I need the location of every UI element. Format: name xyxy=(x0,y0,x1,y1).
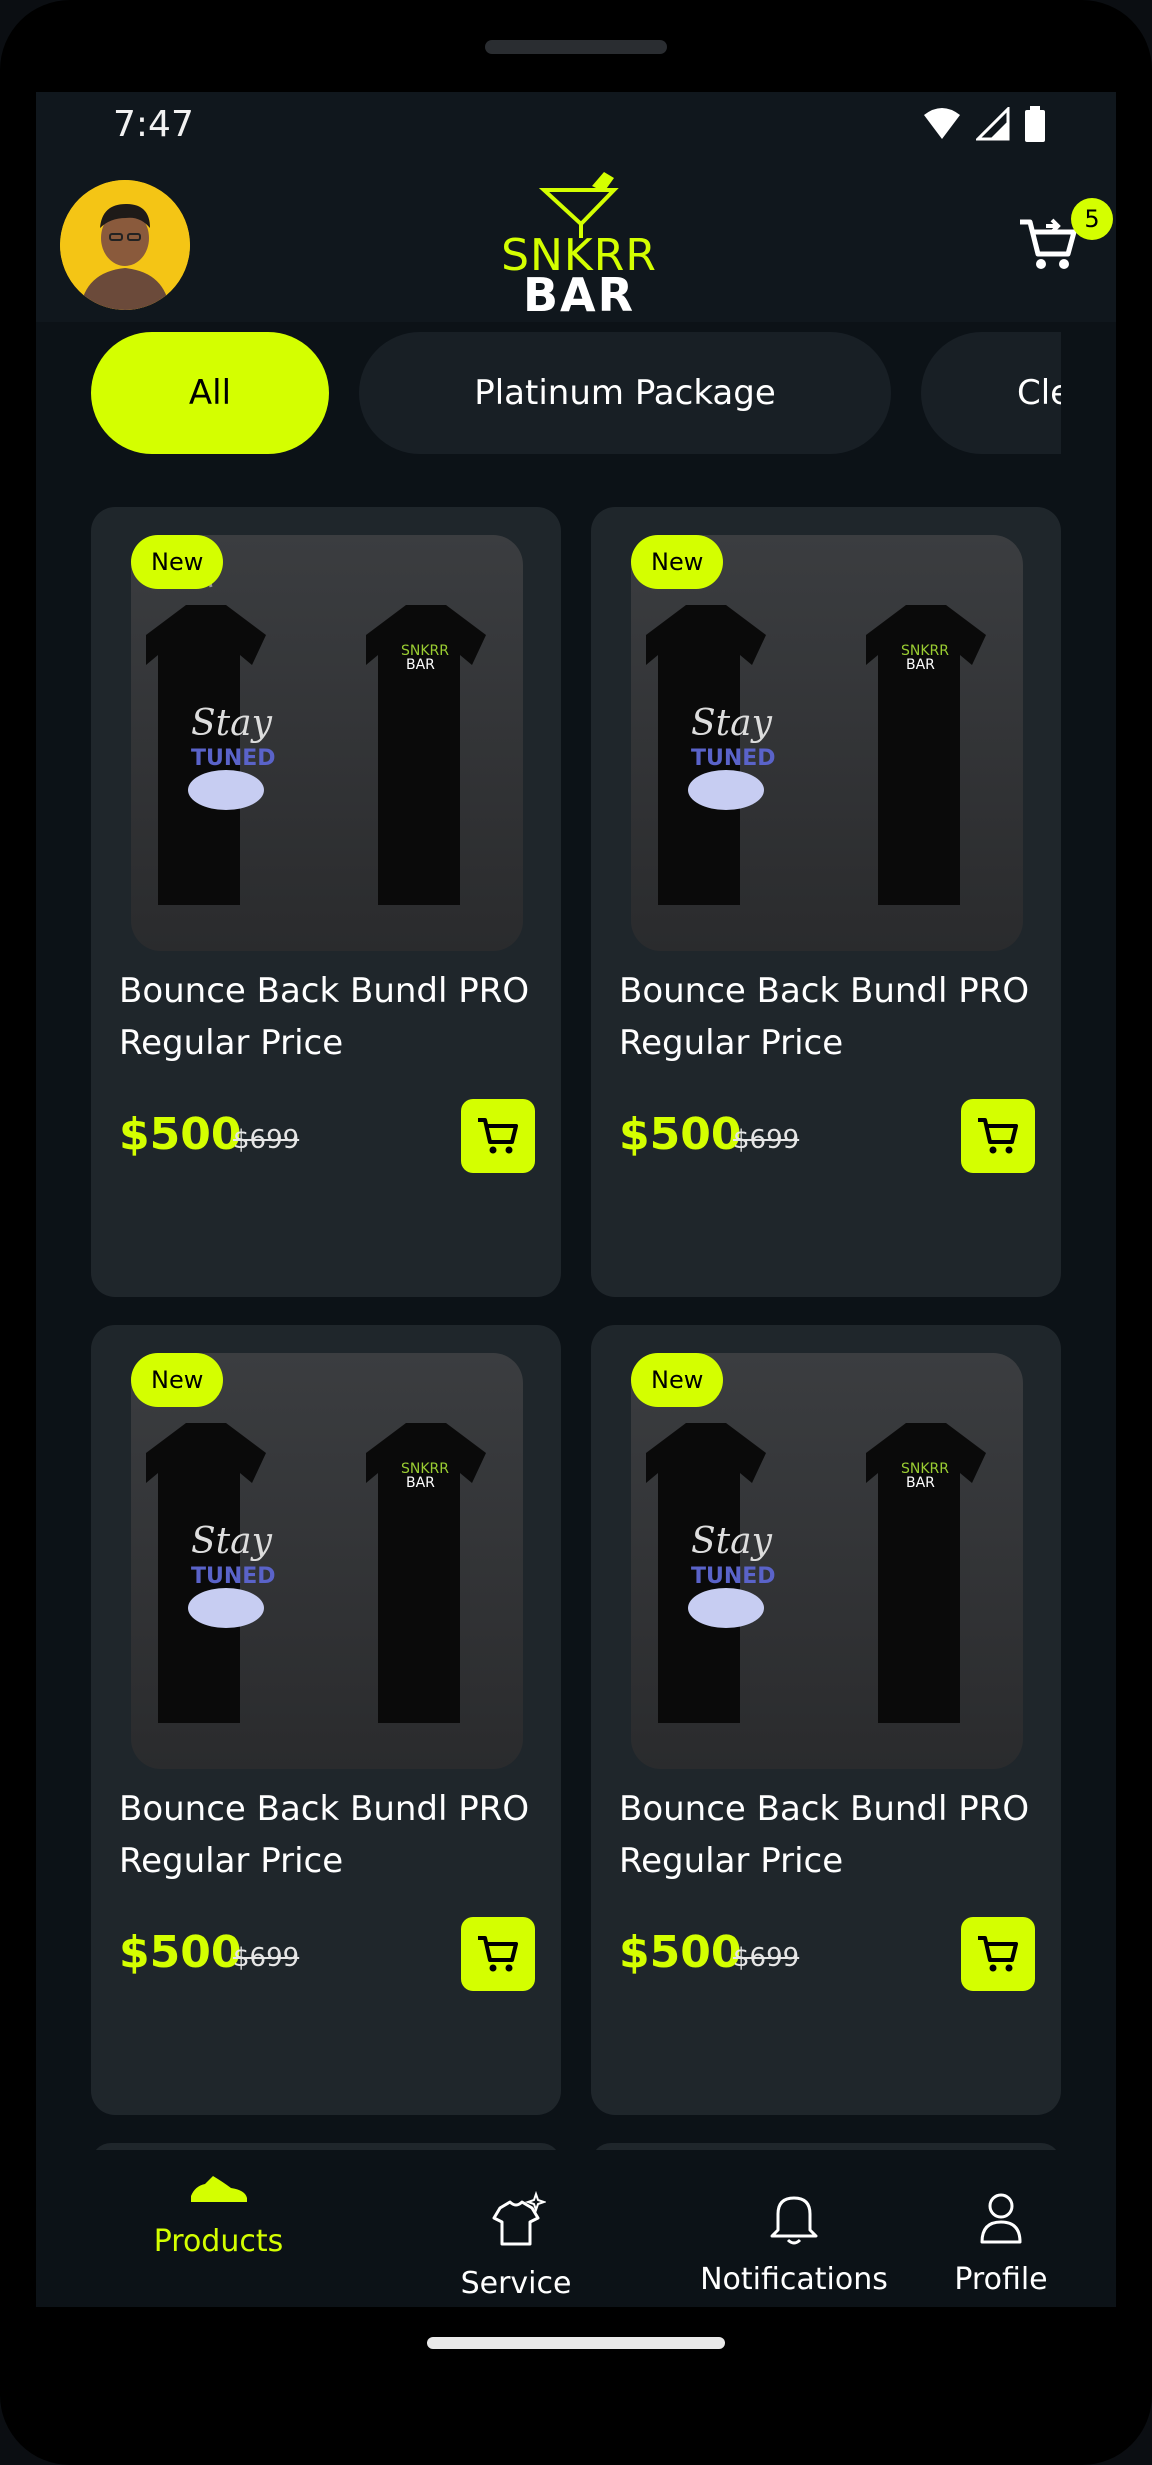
shirt-sparkle-icon xyxy=(492,2190,548,2246)
add-to-cart-button[interactable] xyxy=(961,1099,1035,1173)
new-badge: New xyxy=(631,1353,724,1407)
category-chips: All Platinum Package Cle xyxy=(91,332,1061,457)
status-bar: 7:47 xyxy=(36,92,1116,162)
nav-service[interactable]: Service xyxy=(441,2190,591,2307)
product-card[interactable]: Stay TUNED SNKRR BAR New Bounce Back Bun… xyxy=(91,507,561,1297)
product-old-price: $699 xyxy=(733,1943,800,1973)
cart-icon xyxy=(978,1118,1018,1154)
nav-notifications-label: Notifications xyxy=(700,2262,888,2297)
cocktail-glass-icon xyxy=(538,172,619,238)
product-card[interactable]: Stay TUNED SNKRR BAR New Bounce Back Bun… xyxy=(591,507,1061,1297)
app-header: SNKRR BAR 5 xyxy=(36,162,1116,322)
svg-text:BAR: BAR xyxy=(906,657,935,673)
nav-profile[interactable]: Profile xyxy=(936,2190,1066,2307)
product-old-price: $699 xyxy=(233,1943,300,1973)
snkrr-bar-logo: SNKRR BAR xyxy=(484,168,674,322)
nav-products-label: Products xyxy=(153,2224,284,2259)
chip-platinum-package[interactable]: Platinum Package xyxy=(359,332,891,454)
svg-text:Stay: Stay xyxy=(191,1521,273,1562)
svg-text:Stay: Stay xyxy=(691,1521,773,1562)
chip-cle[interactable]: Cle xyxy=(921,332,1061,454)
product-price: $500 xyxy=(619,1109,742,1160)
speaker-grille xyxy=(485,40,667,54)
sneaker-icon xyxy=(190,2176,247,2202)
nav-products[interactable]: Products xyxy=(131,2168,306,2298)
add-to-cart-button[interactable] xyxy=(961,1917,1035,1991)
user-photo xyxy=(60,180,190,310)
product-title: Bounce Back Bundl PRO Regular Price xyxy=(119,971,530,1063)
nav-profile-label: Profile xyxy=(954,2262,1048,2297)
battery-icon xyxy=(1025,106,1045,142)
svg-text:BAR: BAR xyxy=(406,1475,435,1491)
product-card[interactable]: Stay TUNED SNKRR BAR New Bounce Back Bun… xyxy=(91,1325,561,2115)
product-old-price: $699 xyxy=(233,1125,300,1155)
product-price: $500 xyxy=(119,1109,242,1160)
cart-icon xyxy=(478,1118,518,1154)
cart-count-badge: 5 xyxy=(1071,198,1113,240)
add-to-cart-button[interactable] xyxy=(461,1917,535,1991)
svg-text:TUNED: TUNED xyxy=(191,1564,276,1589)
new-badge: New xyxy=(131,535,224,589)
svg-text:TUNED: TUNED xyxy=(191,746,276,771)
logo-text-bottom: BAR xyxy=(522,268,636,322)
product-title: Bounce Back Bundl PRO Regular Price xyxy=(619,971,1030,1063)
product-old-price: $699 xyxy=(733,1125,800,1155)
product-image: Stay TUNED SNKRR BAR xyxy=(131,1353,523,1769)
bottom-navigation: Products Service Notifications Profile xyxy=(36,2150,1116,2307)
svg-text:TUNED: TUNED xyxy=(691,1564,776,1589)
bell-icon xyxy=(770,2196,818,2245)
chip-all[interactable]: All xyxy=(91,332,329,454)
nav-service-label: Service xyxy=(460,2266,572,2301)
svg-text:Stay: Stay xyxy=(691,703,773,744)
product-card[interactable]: Stay TUNED SNKRR BAR New Bounce Back Bun… xyxy=(591,1325,1061,2115)
cart-icon xyxy=(478,1936,518,1972)
status-icons xyxy=(922,106,1046,142)
product-image: Stay TUNED SNKRR BAR xyxy=(131,535,523,951)
product-title: Bounce Back Bundl PRO Regular Price xyxy=(119,1789,530,1881)
svg-text:Stay: Stay xyxy=(191,703,273,744)
nav-notifications[interactable]: Notifications xyxy=(654,2190,934,2307)
new-badge: New xyxy=(631,535,724,589)
product-price: $500 xyxy=(619,1927,742,1978)
phone-frame: 7:47 SNKRR BAR 5 All Platinum Package Cl… xyxy=(0,0,1152,2465)
home-indicator[interactable] xyxy=(427,2337,725,2349)
app-screen: 7:47 SNKRR BAR 5 All Platinum Package Cl… xyxy=(36,92,1116,2307)
signal-icon xyxy=(976,107,1010,141)
add-to-cart-button[interactable] xyxy=(461,1099,535,1173)
product-title: Bounce Back Bundl PRO Regular Price xyxy=(619,1789,1030,1881)
svg-text:BAR: BAR xyxy=(406,657,435,673)
product-image: Stay TUNED SNKRR BAR xyxy=(631,535,1023,951)
new-badge: New xyxy=(131,1353,224,1407)
status-time: 7:47 xyxy=(113,104,194,145)
svg-text:BAR: BAR xyxy=(906,1475,935,1491)
product-price: $500 xyxy=(119,1927,242,1978)
user-icon xyxy=(980,2193,1022,2244)
product-image: Stay TUNED SNKRR BAR xyxy=(631,1353,1023,1769)
avatar[interactable] xyxy=(60,180,190,310)
cart-icon xyxy=(978,1936,1018,1972)
wifi-icon xyxy=(924,108,960,139)
svg-text:TUNED: TUNED xyxy=(691,746,776,771)
